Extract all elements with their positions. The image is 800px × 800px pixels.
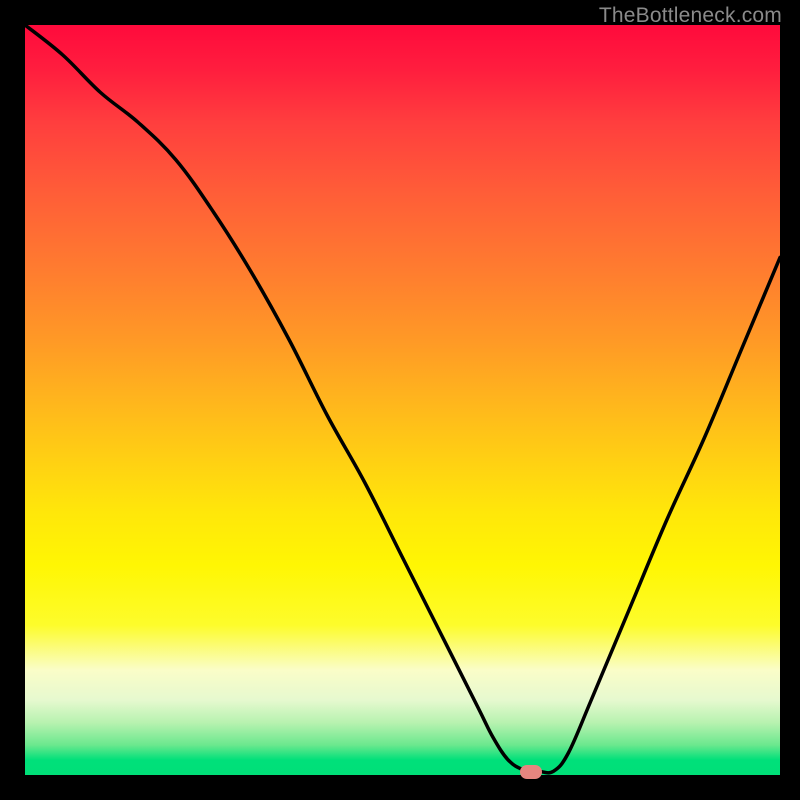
chart-container: TheBottleneck.com: [0, 0, 800, 800]
plot-area: [25, 25, 780, 775]
optimum-marker: [520, 765, 542, 779]
bottleneck-curve: [25, 25, 780, 773]
curve-svg: [25, 25, 780, 775]
